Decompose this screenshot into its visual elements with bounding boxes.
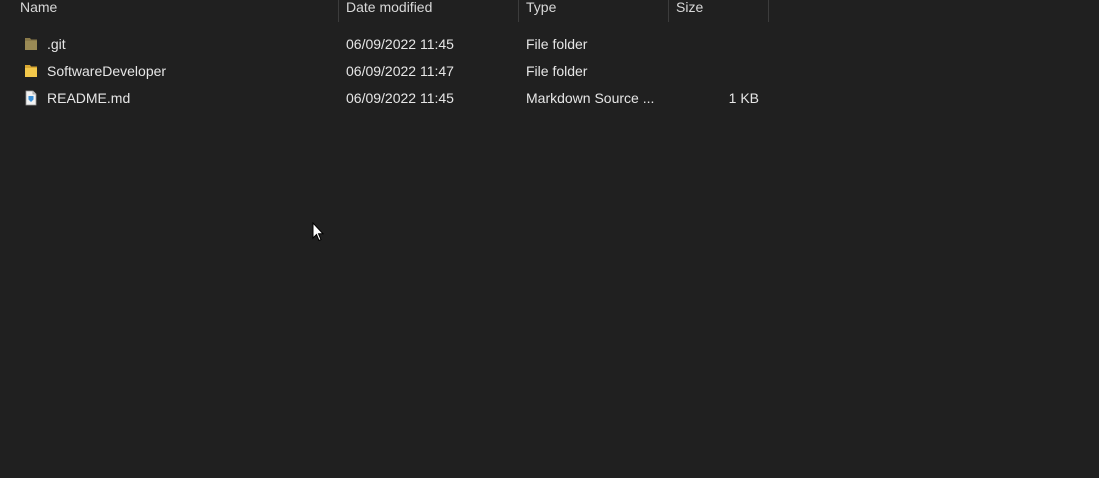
- file-name: README.md: [47, 90, 131, 106]
- column-header-type[interactable]: Type: [526, 0, 556, 19]
- file-row-readme[interactable]: README.md 06/09/2022 11:45 Markdown Sour…: [0, 85, 770, 112]
- file-type: Markdown Source ...: [526, 90, 655, 106]
- column-divider[interactable]: [768, 0, 769, 22]
- column-header-bar: Name Date modified Type Size: [0, 0, 770, 22]
- file-row-softwaredeveloper[interactable]: SoftwareDeveloper 06/09/2022 11:47 File …: [0, 58, 770, 85]
- column-divider[interactable]: [338, 0, 339, 22]
- file-type: File folder: [526, 63, 588, 79]
- file-date-modified: 06/09/2022 11:47: [346, 63, 454, 79]
- folder-icon: [25, 65, 37, 77]
- file-list: .git 06/09/2022 11:45 File folder Softwa…: [0, 31, 770, 112]
- markdown-file-icon: [25, 90, 37, 106]
- file-date-modified: 06/09/2022 11:45: [346, 36, 454, 52]
- file-size: [680, 58, 759, 85]
- file-type: File folder: [526, 36, 588, 52]
- column-header-name[interactable]: Name: [20, 0, 57, 19]
- column-header-size[interactable]: Size: [676, 0, 703, 19]
- hidden-folder-icon: [25, 38, 37, 50]
- mouse-cursor-icon: [312, 222, 324, 242]
- file-name: .git: [47, 36, 66, 52]
- column-header-date-modified[interactable]: Date modified: [346, 0, 432, 19]
- file-size: 1 KB: [728, 90, 759, 106]
- column-divider[interactable]: [518, 0, 519, 22]
- file-size: [680, 31, 759, 58]
- file-name: SoftwareDeveloper: [47, 63, 167, 79]
- file-row-git[interactable]: .git 06/09/2022 11:45 File folder: [0, 31, 770, 58]
- column-divider[interactable]: [668, 0, 669, 22]
- file-date-modified: 06/09/2022 11:45: [346, 90, 454, 106]
